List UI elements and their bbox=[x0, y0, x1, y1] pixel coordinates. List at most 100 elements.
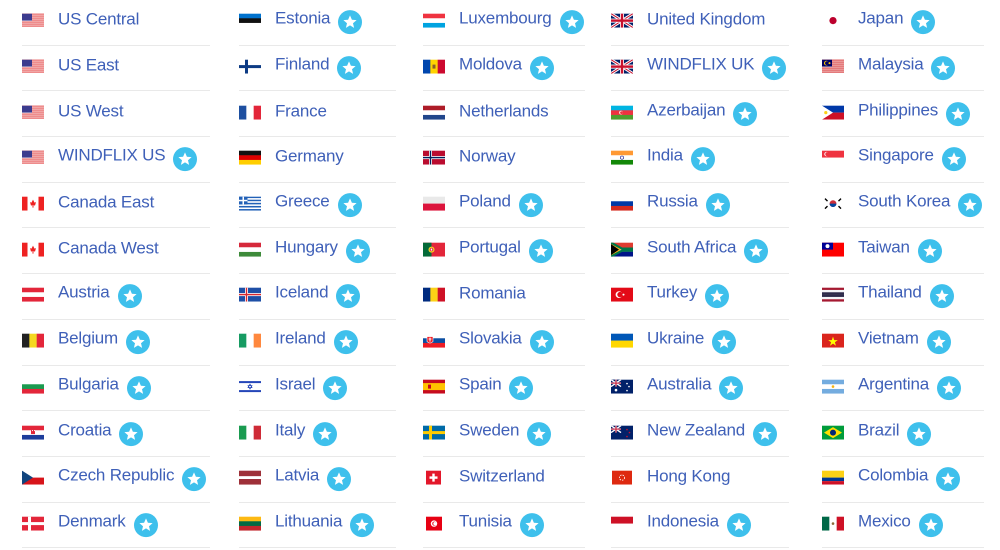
location-item[interactable]: Poland bbox=[423, 183, 585, 229]
location-item[interactable]: Japan bbox=[822, 0, 984, 46]
location-item[interactable]: Tunisia bbox=[423, 503, 585, 549]
location-item[interactable]: Brazil bbox=[822, 411, 984, 457]
location-item[interactable]: Vietnam bbox=[822, 320, 984, 366]
location-item[interactable]: Australia bbox=[611, 366, 789, 412]
flag-ch-icon bbox=[423, 470, 445, 485]
location-item[interactable]: Romania bbox=[423, 274, 585, 320]
location-item[interactable]: Latvia bbox=[239, 457, 396, 503]
location-item[interactable]: Croatia bbox=[22, 411, 210, 457]
flag-de-icon bbox=[239, 151, 261, 166]
location-item[interactable]: Estonia bbox=[239, 0, 396, 46]
location-item[interactable]: Lithuania bbox=[239, 503, 396, 549]
location-item[interactable]: Germany bbox=[239, 137, 396, 183]
location-item[interactable]: Moldova bbox=[423, 46, 585, 92]
location-item[interactable]: Sweden bbox=[423, 411, 585, 457]
location-item[interactable]: Mexico bbox=[822, 503, 984, 549]
location-label: Luxembourg bbox=[459, 8, 552, 28]
location-item[interactable]: WINDFLIX UK bbox=[611, 46, 789, 92]
location-item[interactable]: India bbox=[611, 137, 789, 183]
location-label: Indonesia bbox=[647, 511, 719, 531]
location-item[interactable]: France bbox=[239, 91, 396, 138]
location-item[interactable]: Israel bbox=[239, 366, 396, 412]
star-icon bbox=[519, 513, 544, 538]
flag-mx-icon bbox=[822, 516, 844, 531]
star-icon bbox=[126, 330, 151, 355]
location-label: Turkey bbox=[647, 283, 698, 303]
location-item[interactable]: WINDFLIX US bbox=[22, 137, 210, 183]
location-item[interactable]: Bulgaria bbox=[22, 366, 210, 412]
location-label-wrap: Indonesia bbox=[647, 510, 751, 538]
location-label: Malaysia bbox=[858, 54, 924, 74]
flag-gb-icon bbox=[611, 13, 633, 28]
location-label-wrap: Poland bbox=[459, 190, 543, 218]
location-label: Azerbaijan bbox=[647, 100, 726, 120]
location-item[interactable]: Spain bbox=[423, 366, 585, 412]
location-item[interactable]: Hong Kong bbox=[611, 457, 789, 503]
location-label-wrap: Israel bbox=[275, 373, 348, 400]
location-item[interactable]: Ukraine bbox=[611, 320, 789, 366]
location-item[interactable]: Malaysia bbox=[822, 46, 984, 92]
location-item[interactable]: Greece bbox=[239, 183, 396, 229]
location-item[interactable]: New Zealand bbox=[611, 411, 789, 457]
flag-nl-icon bbox=[423, 105, 445, 120]
star-icon bbox=[323, 375, 348, 400]
location-label: Singapore bbox=[858, 146, 934, 166]
location-item[interactable]: Indonesia bbox=[611, 503, 789, 549]
flag-gb-icon bbox=[611, 59, 633, 74]
location-item[interactable]: South Africa bbox=[611, 228, 789, 275]
location-item[interactable]: Colombia bbox=[822, 457, 984, 503]
location-item[interactable]: Austria bbox=[22, 274, 210, 320]
location-item[interactable]: Argentina bbox=[822, 366, 984, 412]
location-item[interactable]: Thailand bbox=[822, 274, 984, 320]
star-icon bbox=[712, 330, 737, 355]
star-icon bbox=[126, 375, 151, 400]
location-item[interactable]: Slovakia bbox=[423, 320, 585, 366]
flag-ca-icon bbox=[22, 242, 44, 257]
flag-it-icon bbox=[239, 425, 261, 440]
location-item[interactable]: Italy bbox=[239, 411, 396, 457]
location-item[interactable]: Switzerland bbox=[423, 457, 585, 503]
location-label: WINDFLIX UK bbox=[647, 54, 755, 74]
location-column: Estonia Finland France Germany Greece Hungary… bbox=[239, 0, 396, 549]
location-item[interactable]: United Kingdom bbox=[611, 0, 789, 46]
location-item[interactable]: Norway bbox=[423, 137, 585, 183]
location-item[interactable]: Taiwan bbox=[822, 228, 984, 275]
location-label-wrap: Norway bbox=[459, 147, 516, 167]
location-item[interactable]: Finland bbox=[239, 46, 396, 92]
star-icon bbox=[333, 330, 358, 355]
location-label-wrap: Germany bbox=[275, 147, 344, 167]
location-item[interactable]: US West bbox=[22, 91, 210, 138]
location-item[interactable]: Luxembourg bbox=[423, 0, 585, 46]
flag-sg-icon bbox=[822, 151, 844, 166]
location-label: France bbox=[275, 101, 327, 121]
location-label: Germany bbox=[275, 147, 344, 167]
star-icon bbox=[529, 330, 554, 355]
location-item[interactable]: Denmark bbox=[22, 503, 210, 549]
flag-lu-icon bbox=[423, 13, 445, 28]
location-label: WINDFLIX US bbox=[58, 146, 166, 166]
location-label: Argentina bbox=[858, 374, 929, 394]
location-item[interactable]: Canada West bbox=[22, 228, 210, 275]
location-item[interactable]: Philippines bbox=[822, 91, 984, 138]
location-item[interactable]: Russia bbox=[611, 183, 789, 229]
location-label-wrap: Sweden bbox=[459, 419, 552, 446]
location-item[interactable]: Singapore bbox=[822, 137, 984, 183]
location-label-wrap: Turkey bbox=[647, 282, 730, 309]
location-item[interactable]: US Central bbox=[22, 0, 210, 46]
location-item[interactable]: Czech Republic bbox=[22, 457, 210, 503]
location-item[interactable]: Azerbaijan bbox=[611, 91, 789, 138]
star-icon bbox=[705, 193, 730, 218]
location-item[interactable]: Netherlands bbox=[423, 91, 585, 138]
location-item[interactable]: Ireland bbox=[239, 320, 396, 366]
location-item[interactable]: South Korea bbox=[822, 183, 984, 229]
location-label: Latvia bbox=[275, 465, 320, 485]
location-item[interactable]: Hungary bbox=[239, 228, 396, 275]
location-item[interactable]: Canada East bbox=[22, 183, 210, 229]
location-item[interactable]: Belgium bbox=[22, 320, 210, 366]
location-item[interactable]: Turkey bbox=[611, 274, 789, 320]
location-item[interactable]: US East bbox=[22, 46, 210, 92]
location-item[interactable]: Iceland bbox=[239, 274, 396, 320]
location-item[interactable]: Portugal bbox=[423, 228, 585, 275]
flag-ua-icon bbox=[611, 333, 633, 348]
location-label-wrap: Belgium bbox=[58, 327, 151, 355]
